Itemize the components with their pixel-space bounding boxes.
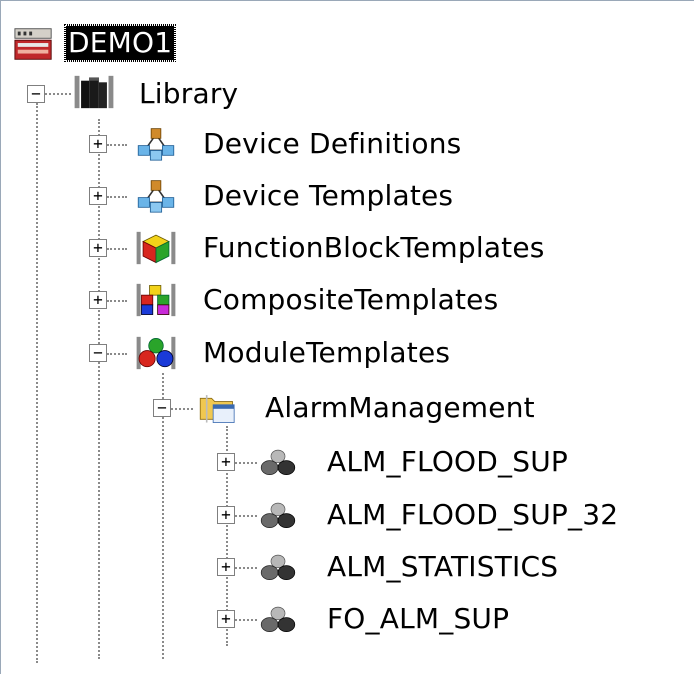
expand-toggle[interactable]: +: [89, 187, 107, 205]
tree-node-label: DEMO1: [63, 24, 177, 62]
tree-node-library[interactable]: − Library: [1, 71, 301, 117]
tree-node-alm-flood-sup[interactable]: + ALM_FLOOD_SUP: [1, 439, 641, 485]
tree-node-label: ALM_FLOOD_SUP_32: [327, 498, 619, 531]
collapse-toggle[interactable]: −: [27, 85, 45, 103]
expand-glyph: +: [93, 134, 103, 153]
collapse-toggle[interactable]: −: [153, 399, 171, 417]
tree-node-device-definitions[interactable]: + Device Definitions: [1, 121, 521, 167]
collapse-glyph: −: [157, 398, 167, 417]
expand-glyph: +: [93, 238, 103, 257]
function-block-cube-icon: [136, 231, 176, 265]
expand-glyph: +: [93, 186, 103, 205]
collapse-glyph: −: [93, 343, 103, 362]
expand-glyph: +: [221, 609, 231, 628]
tree-node-alarm-management[interactable]: − AlarmManagement: [1, 385, 601, 431]
module-gray-cubes-icon: [260, 554, 296, 580]
collapse-glyph: −: [31, 84, 41, 103]
module-gray-cubes-icon: [260, 606, 296, 632]
tree-node-device-templates[interactable]: + Device Templates: [1, 173, 521, 219]
tree-node-label: FunctionBlockTemplates: [203, 231, 545, 264]
expand-toggle[interactable]: +: [89, 135, 107, 153]
expand-toggle[interactable]: +: [217, 453, 235, 471]
tree-node-label: Library: [139, 77, 239, 110]
tree-node-composite-templates[interactable]: + CompositeTemplates: [1, 277, 561, 323]
tree-node-label: Device Definitions: [203, 127, 462, 160]
tree-node-label: CompositeTemplates: [203, 283, 499, 316]
expand-toggle[interactable]: +: [89, 239, 107, 257]
library-books-icon: [74, 75, 114, 109]
expand-glyph: +: [221, 452, 231, 471]
tree-node-label: ALM_FLOOD_SUP: [327, 445, 569, 478]
expand-glyph: +: [93, 290, 103, 309]
expand-toggle[interactable]: +: [217, 610, 235, 628]
device-network-icon: [137, 180, 175, 213]
module-gray-cubes-icon: [260, 502, 296, 528]
module-cubes-icon: [136, 336, 176, 370]
tree-node-functionblock-templates[interactable]: + FunctionBlockTemplates: [1, 225, 601, 271]
composite-cubes-icon: [136, 283, 176, 317]
expand-glyph: +: [221, 557, 231, 576]
expand-glyph: +: [221, 505, 231, 524]
tree-node-label: AlarmManagement: [265, 391, 535, 424]
expand-toggle[interactable]: +: [217, 558, 235, 576]
tree-node-label: FO_ALM_SUP: [327, 602, 510, 635]
tree-node-label: Device Templates: [203, 179, 454, 212]
expand-toggle[interactable]: +: [89, 291, 107, 309]
tree-node-alm-flood-sup-32[interactable]: + ALM_FLOOD_SUP_32: [1, 492, 691, 538]
tree-node-label: ALM_STATISTICS: [327, 550, 559, 583]
device-network-icon: [137, 128, 175, 161]
collapse-toggle[interactable]: −: [89, 344, 107, 362]
tree-node-demo1[interactable]: DEMO1: [1, 19, 261, 65]
tree-node-alm-statistics[interactable]: + ALM_STATISTICS: [1, 544, 641, 590]
library-tree-view[interactable]: DEMO1 − Library + Device Definitions + D…: [0, 0, 694, 674]
tree-node-label: ModuleTemplates: [203, 336, 451, 369]
tree-node-module-templates[interactable]: − ModuleTemplates: [1, 330, 521, 376]
database-server-icon: [14, 28, 52, 60]
tree-node-fo-alm-sup[interactable]: + FO_ALM_SUP: [1, 596, 601, 642]
expand-toggle[interactable]: +: [217, 506, 235, 524]
module-gray-cubes-icon: [260, 449, 296, 475]
folder-window-icon: [199, 395, 235, 423]
